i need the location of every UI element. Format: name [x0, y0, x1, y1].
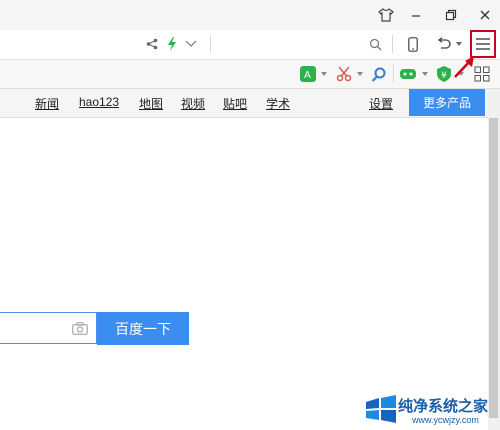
- scissors-icon[interactable]: [334, 64, 354, 84]
- watermark-title: 纯净系统之家: [398, 398, 489, 415]
- undo-dropdown-icon[interactable]: [455, 40, 463, 48]
- small-dropdown-icon[interactable]: [320, 70, 328, 78]
- shirt-icon[interactable]: [375, 5, 397, 25]
- scrollbar-thumb[interactable]: [489, 118, 498, 418]
- nav-link-settings[interactable]: 设置: [369, 95, 393, 112]
- undo-icon[interactable]: [434, 34, 454, 54]
- shield-icon[interactable]: ¥: [434, 64, 454, 84]
- watermark-url: www.ycwjzy.com: [412, 415, 479, 425]
- chevron-down-icon[interactable]: [183, 35, 199, 53]
- close-icon[interactable]: [474, 5, 496, 25]
- nav-link-hao123[interactable]: hao123: [79, 95, 119, 109]
- nav-link-xueshu[interactable]: 学术: [266, 95, 290, 112]
- magnifier-icon[interactable]: [369, 64, 389, 84]
- minimize-icon[interactable]: [405, 5, 427, 25]
- svg-text:A: A: [304, 70, 311, 81]
- small-dropdown-icon[interactable]: [356, 70, 364, 78]
- lightning-icon[interactable]: [164, 35, 180, 53]
- extension-separator: [393, 65, 394, 82]
- mobile-icon[interactable]: [404, 34, 422, 54]
- toolbar-separator: [392, 35, 393, 53]
- more-products-button[interactable]: 更多产品: [409, 89, 485, 116]
- search-button[interactable]: 百度一下: [97, 312, 189, 345]
- nav-link-news[interactable]: 新闻: [35, 95, 59, 112]
- share-icon[interactable]: [144, 35, 160, 53]
- translate-icon[interactable]: A: [298, 64, 318, 84]
- annotation-arrow: [452, 54, 478, 80]
- address-bar[interactable]: [0, 30, 500, 60]
- small-dropdown-icon[interactable]: [421, 70, 429, 78]
- nav-link-tieba[interactable]: 贴吧: [223, 95, 247, 112]
- svg-text:¥: ¥: [441, 71, 447, 81]
- gamepad-icon[interactable]: [398, 64, 418, 84]
- address-separator: [210, 35, 211, 53]
- nav-link-video[interactable]: 视频: [181, 95, 205, 112]
- search-icon[interactable]: [366, 35, 384, 53]
- camera-icon[interactable]: [70, 319, 90, 337]
- nav-link-map[interactable]: 地图: [139, 95, 163, 112]
- restore-icon[interactable]: [440, 5, 462, 25]
